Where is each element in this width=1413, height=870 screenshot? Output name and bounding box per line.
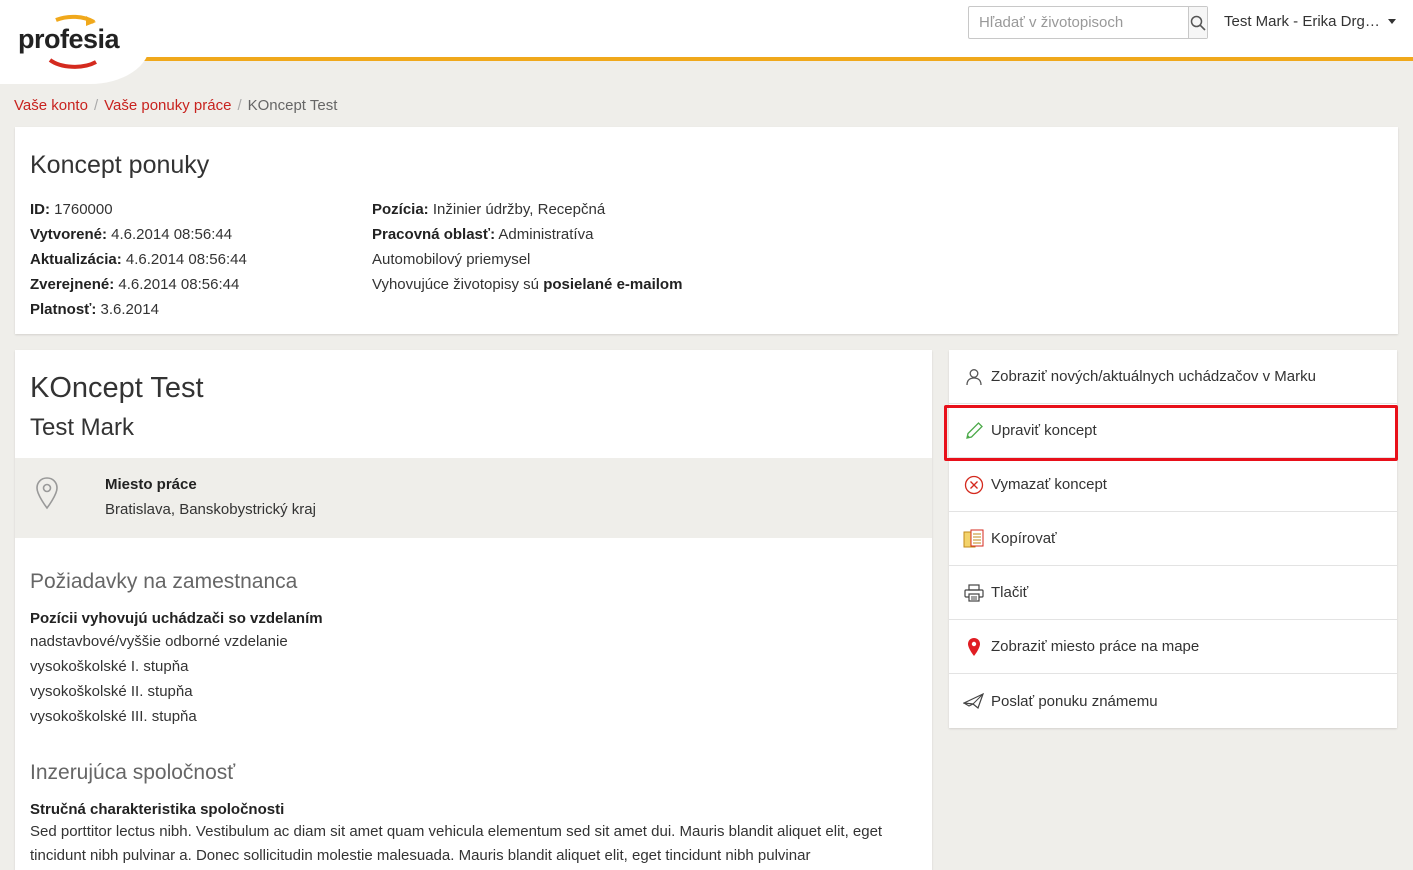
info-id: ID: 1760000: [30, 201, 113, 218]
location-label: Miesto práce: [105, 476, 197, 493]
chevron-down-icon: [1387, 19, 1396, 24]
search-button[interactable]: [1188, 7, 1207, 38]
info-email-delivery: Vyhovujúce životopisy sú posielané e-mai…: [372, 276, 683, 293]
breadcrumb: Vaše konto / Vaše ponuky práce / KOncept…: [14, 97, 337, 114]
info-validity: Platnosť: 3.6.2014: [30, 301, 159, 318]
action-show-map[interactable]: Zobraziť miesto práce na mape: [949, 620, 1397, 674]
concept-info-card: Koncept ponuky ID: 1760000 Vytvorené: 4.…: [15, 127, 1398, 334]
location-pin-icon: [36, 477, 58, 510]
job-detail-card: KOncept Test Test Mark Miesto práce Brat…: [15, 350, 932, 870]
location-value: Bratislava, Banskobystrický kraj: [105, 501, 316, 518]
search-icon: [1190, 15, 1206, 31]
info-industry: Automobilový priemysel: [372, 251, 531, 268]
list-item: vysokoškolské I. stupňa: [30, 658, 189, 675]
education-list: nadstavbové/vyššie odborné vzdelanie vys…: [30, 629, 288, 729]
company-description: Sed porttitor lectus nibh. Vestibulum ac…: [30, 823, 883, 864]
action-label: Vymazať koncept: [991, 476, 1107, 493]
search-box: [968, 6, 1208, 39]
action-label: Kopírovať: [991, 530, 1057, 547]
action-copy[interactable]: Kopírovať: [949, 512, 1397, 566]
breadcrumb-link-account[interactable]: Vaše konto: [14, 97, 88, 114]
user-menu[interactable]: Test Mark - Erika Drg…: [1224, 13, 1396, 30]
action-label: Zobraziť miesto práce na mape: [991, 638, 1200, 655]
breadcrumb-separator: /: [93, 97, 99, 114]
action-send-to-friend[interactable]: Poslať ponuku známemu: [949, 674, 1397, 728]
job-title: KOncept Test: [30, 372, 204, 404]
list-item: vysokoškolské II. stupňa: [30, 683, 193, 700]
info-meta-left: ID: 1760000 Vytvorené: 4.6.2014 08:56:44…: [30, 197, 247, 322]
company-name: Test Mark: [30, 414, 135, 441]
education-subheading: Pozícii vyhovujú uchádzači so vzdelaním: [30, 610, 323, 627]
printer-icon: [963, 582, 985, 604]
breadcrumb-separator: /: [237, 97, 242, 114]
breadcrumb-link-offers[interactable]: Vaše ponuky práce: [104, 97, 231, 114]
search-input[interactable]: [969, 7, 1188, 38]
action-edit-concept[interactable]: Upraviť koncept: [949, 404, 1397, 458]
logo-text: profesia: [18, 24, 120, 54]
send-icon: [963, 690, 985, 712]
info-meta-right: Pozícia: Inžinier údržby, Recepčná Praco…: [372, 197, 682, 297]
info-updated: Aktualizácia: 4.6.2014 08:56:44: [30, 251, 247, 268]
info-position: Pozícia: Inžinier údržby, Recepčná: [372, 201, 606, 218]
info-created: Vytvorené: 4.6.2014 08:56:44: [30, 226, 233, 243]
page-title: Koncept ponuky: [30, 151, 210, 179]
location-section: Miesto práce Bratislava, Banskobystrický…: [15, 458, 932, 538]
list-item: vysokoškolské III. stupňa: [30, 708, 197, 725]
profesia-logo[interactable]: profesia: [16, 12, 126, 74]
breadcrumb-current: KOncept Test: [247, 97, 338, 114]
pencil-icon: [963, 420, 985, 442]
list-item: nadstavbové/vyššie odborné vzdelanie: [30, 633, 288, 650]
info-published: Zverejnené: 4.6.2014 08:56:44: [30, 276, 240, 293]
action-label: Upraviť koncept: [991, 422, 1097, 439]
actions-panel: Zobraziť nových/aktuálnych uchádzačov v …: [949, 350, 1397, 728]
company-heading: Inzerujúca spoločnosť: [30, 761, 236, 784]
action-delete-concept[interactable]: Vymazať koncept: [949, 458, 1397, 512]
action-show-applicants[interactable]: Zobraziť nových/aktuálnych uchádzačov v …: [949, 350, 1397, 404]
user-icon: [963, 366, 985, 388]
action-print[interactable]: Tlačiť: [949, 566, 1397, 620]
map-pin-icon: [963, 636, 985, 658]
company-subheading: Stručná charakteristika spoločnosti: [30, 801, 285, 818]
action-label: Zobraziť nových/aktuálnych uchádzačov v …: [991, 368, 1316, 385]
info-work-area: Pracovná oblasť: Administratíva: [372, 226, 594, 243]
action-label: Poslať ponuku známemu: [991, 692, 1158, 710]
header-accent-line: [130, 57, 1413, 61]
action-label: Tlačiť: [991, 584, 1029, 601]
delete-circle-icon: [963, 474, 985, 496]
requirements-heading: Požiadavky na zamestnanca: [30, 570, 298, 593]
copy-icon: [963, 528, 985, 550]
user-name: Test Mark - Erika Drg…: [1224, 13, 1380, 30]
